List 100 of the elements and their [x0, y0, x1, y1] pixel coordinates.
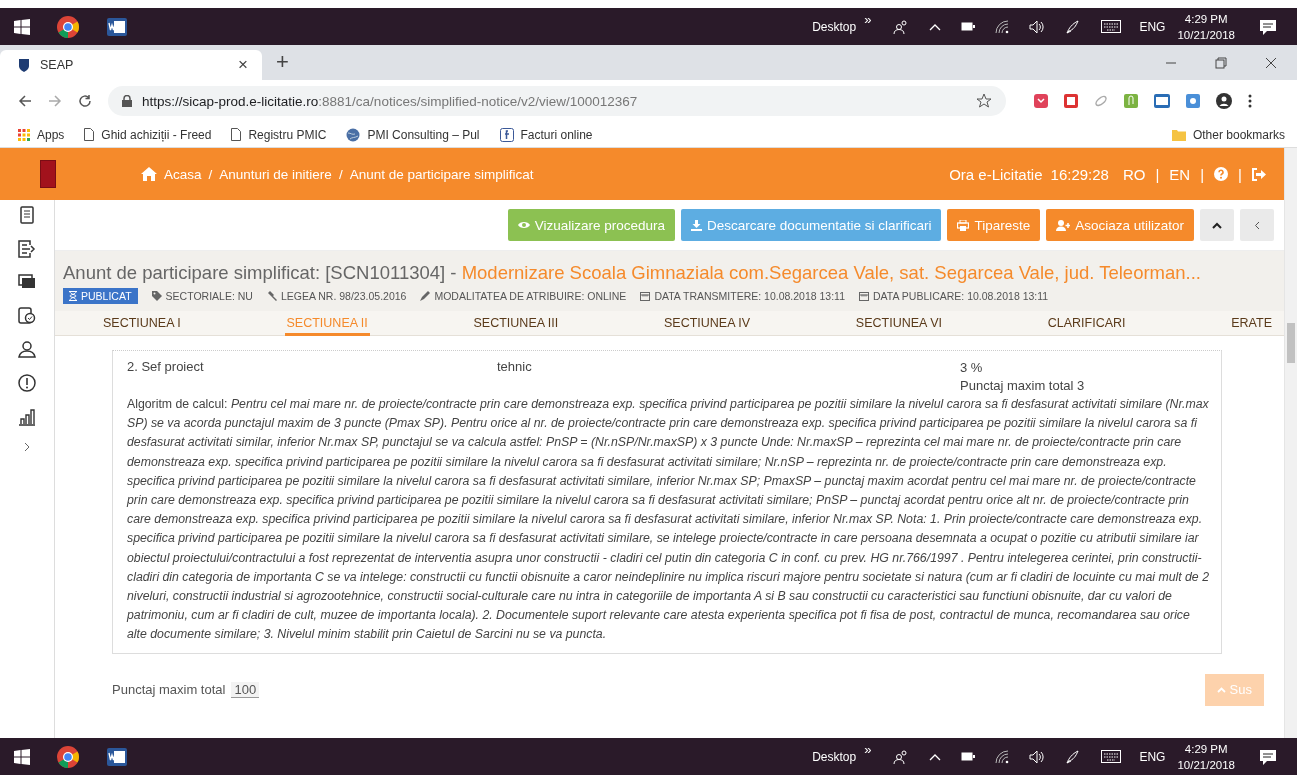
pen-icon[interactable] [1065, 748, 1082, 765]
bookmark[interactable]: Facturi online [499, 127, 593, 142]
pen-icon [420, 291, 431, 301]
close-icon[interactable] [1265, 57, 1277, 69]
menu-icon[interactable] [1248, 94, 1252, 108]
tag-icon [151, 291, 162, 301]
browser-tab[interactable]: SEAP × [0, 50, 262, 80]
gavel-icon [266, 291, 277, 301]
notification-icon[interactable] [1259, 747, 1277, 766]
criterion-weight: 3 % [960, 359, 984, 377]
clock[interactable]: 4:29 PM 10/21/2018 [1177, 740, 1235, 773]
battery-icon[interactable] [961, 22, 976, 31]
new-tab-button[interactable]: + [276, 49, 289, 75]
f-logo-icon [499, 127, 514, 142]
export-list-icon[interactable] [18, 240, 36, 258]
calendar-icon [640, 291, 651, 301]
keyboard-icon[interactable] [1101, 20, 1122, 33]
wifi-icon[interactable] [995, 19, 1010, 34]
windows-icon[interactable] [14, 18, 30, 35]
notice-info-tag: SECTORIALE: NU [151, 290, 253, 302]
criterion-max-score: Punctaj maxim total 3 [960, 377, 1086, 395]
clock-label: Ora e-Licitatie [949, 165, 1043, 183]
chevron-up-icon[interactable] [929, 752, 942, 761]
input-language[interactable]: ENG [1139, 749, 1166, 764]
profile-icon[interactable] [1216, 93, 1232, 109]
algorithm-description: Algoritm de calcul: Pentru cel mai mare nr. de proiecte/contracte prin care demonstreaza exp. specifica privind participarea pe pozitii similare la nivelul carora sa fi desfasurat activitati similare (Nr.max SP) se va acorda punctajul maxim de 3 puncte (Pmax SP). Pentru orice al nr. de proiecte/contracte prin care demonstreaza exp. specifica privind participarea pe pozitii similare la nivelul carora sa fi desfasurat activitati similar, inferior Nr.max SP, punctajul se va calcula astfel: PnSP = (Nr.nSP/Nr.maxSP) x 3 puncte Unde: Nr.maxSP – reprezinta cel mai mare nr. de proiecte/contracte prin care demonstreaza exp. specifica privind participarea pe pozitii similare la nivelul carora sa fi desfasurat activitati similare; Nr.nSP – reprezinta nr. de proiecte/contracte prin care demonstreaza exp. specifica privind participarea pe pozitii similare la nivelul carora sa fi desfasurat activitati similare, inferior Nr.max SP; PmaxSP – punctaj maxim acordat pentru cel mai mare nr. de proiecte/contracte prin care demonstreaza exp. specifica privind participarea pe pozitii similare la nivelul carora sa fi desfasurat activitati similare; PnSP – punctaj acordat pentru orice alt nr. de proiecte/contracte prin care demonstreaza exp. specifica privind participarea pe pozitii similare la nivelul carora sa fi desfasurat activitati similare, inferior Nr.max SP. Nota: 1. Prin proiecte/contracte care demonstreaza exp. specifica privind participarea pe pozitii similare la nivelul carora sa fi desfasurat activitati similare, se intelege proiecte/contracte in care persoana desemnata a ocupat o pozitie cu atributii similare iar obiectul proiectului/contractului a fost reprezentat de interventia asupra unor constructii - cladiri cel putin din categoria C in conf. cu prev. HG nr.766/1997 . Pentru intelegerea cerintei, prin constructii-cladiri din categoria de importanta C se va intelege: constructii cu functii obisnuite a caror neindeplinire nu implica riscuri majore pentru societate si natura (cum ar fi cladiri de locuinte cu mai mult de 2 niveluri, constructii industrial si agrozootehnice, constructii social-culturale care nu intra in categoriile de importanta A si B sau constructii cu caracteristici sau functiuni obisnuite, dar cu valori de patrimoniu, cum ar fi cladiri de cult, muzee de importanta locala). 2. Documentele suport relevante care atesta experienta specifica pot fi fisa de post, contractul de munca, recomandarea sau orice alte documente similare; 3. Nivelul minim stabilit prin Caietul de Sarcini nu se va puncta. [127, 396, 1209, 644]
bookmark[interactable]: PMI Consulting – Pul [346, 127, 480, 142]
printer-icon [957, 219, 970, 231]
section-tab[interactable]: CLARIFICARI [1045, 310, 1128, 336]
extension-icon[interactable] [1186, 94, 1200, 108]
criterion-name: 2. Sef proiect [127, 359, 205, 376]
section-tab[interactable]: ERATE [1229, 310, 1274, 336]
pc-icon[interactable] [1154, 94, 1170, 108]
bar-chart-icon[interactable] [18, 408, 36, 426]
star-icon[interactable] [976, 93, 992, 109]
eye-icon [517, 221, 530, 229]
bookmark[interactable]: Ghid achiziții - Freed [84, 127, 212, 142]
chevron-right-icon[interactable] [24, 442, 30, 452]
notice-info-tag: LEGEA NR. 98/23.05.2016 [266, 290, 407, 302]
keyboard-icon[interactable] [1101, 750, 1122, 763]
folder-icon [1171, 128, 1186, 141]
calendar-icon [859, 291, 870, 301]
word-icon[interactable] [106, 15, 128, 38]
windows-icon[interactable] [14, 748, 30, 765]
shield-icon [18, 58, 30, 72]
extension-icon[interactable] [1064, 94, 1078, 108]
document-icon[interactable] [20, 206, 34, 224]
restore-icon[interactable] [1215, 57, 1227, 69]
notice-title: Anunt de participare simplificat: [SCN1011304] - Modernizare Scoala Gimnaziala com.Segarcea Vale, sat. Segarcea Vale, jud. Teleorman... [63, 261, 1202, 285]
status-badge: PUBLICAT [63, 288, 138, 304]
header-separator: | [1200, 165, 1205, 183]
notice-info-tag: DATA TRANSMITERE: 10.08.2018 13:11 [640, 290, 846, 302]
battery-icon[interactable] [961, 752, 976, 761]
address-bar[interactable]: https://sicap-prod.e-licitatie.ro:8881/ca/notices/simplified-notice/v2/view/100012367 [108, 86, 1006, 116]
section-tab[interactable]: SECTIUNEA IV [662, 310, 753, 336]
notification-icon[interactable] [1259, 17, 1277, 36]
windows-stack-icon[interactable] [18, 274, 36, 290]
back-icon[interactable] [18, 94, 32, 108]
reload-icon[interactable] [78, 94, 92, 108]
chevron-left-icon [1254, 220, 1260, 230]
chrome-icon[interactable] [56, 744, 80, 769]
lock-icon [122, 95, 132, 107]
clock-time: 16:29:28 [1050, 165, 1109, 183]
people-icon[interactable] [893, 748, 910, 765]
total-score-value: 100 [231, 681, 260, 698]
scrollbar[interactable] [1284, 148, 1297, 738]
bookmark[interactable]: Registru PMIC [231, 127, 327, 142]
input-language[interactable]: ENG [1139, 19, 1166, 34]
user-plus-icon [1056, 219, 1071, 231]
wifi-icon[interactable] [995, 749, 1010, 764]
bookmark[interactable]: Apps [18, 127, 65, 142]
pocket-icon[interactable] [1034, 94, 1048, 108]
overflow-chevron[interactable]: » [864, 742, 872, 757]
volume-icon[interactable] [1029, 749, 1046, 764]
pen-icon[interactable] [1065, 18, 1082, 35]
criterion-type: tehnic [497, 359, 533, 376]
other-bookmarks[interactable]: Other bookmarks [1171, 127, 1285, 142]
section-tab[interactable]: SECTIUNEA I [101, 310, 183, 336]
collapse-button[interactable] [1200, 209, 1234, 241]
clock[interactable]: 4:29 PM 10/21/2018 [1177, 10, 1235, 43]
notice-info-tag: DATA PUBLICARE: 10.08.2018 13:11 [859, 290, 1049, 302]
alert-icon[interactable] [18, 374, 36, 392]
download-icon [691, 219, 703, 231]
word-icon[interactable] [106, 745, 128, 768]
apps-grid-icon [18, 128, 30, 141]
page-icon [84, 128, 95, 141]
desktop-toolbar-label[interactable]: Desktop [812, 19, 857, 34]
header-separator: | [1155, 165, 1160, 183]
volume-icon[interactable] [1029, 19, 1046, 34]
total-score-label: Punctaj maxim total [112, 682, 226, 698]
chrome-icon[interactable] [56, 14, 80, 39]
section-tab[interactable]: SECTIUNEA VI [853, 310, 944, 336]
chevron-up-icon[interactable] [929, 22, 942, 31]
desktop-toolbar-label[interactable]: Desktop [812, 749, 857, 764]
people-icon[interactable] [893, 18, 910, 35]
close-tab-button[interactable]: × [238, 55, 248, 75]
clipboard-check-icon[interactable] [18, 306, 36, 324]
section-tab[interactable]: SECTIUNEA III [471, 310, 561, 336]
overflow-chevron[interactable]: » [864, 12, 872, 27]
user-icon[interactable] [18, 340, 36, 358]
